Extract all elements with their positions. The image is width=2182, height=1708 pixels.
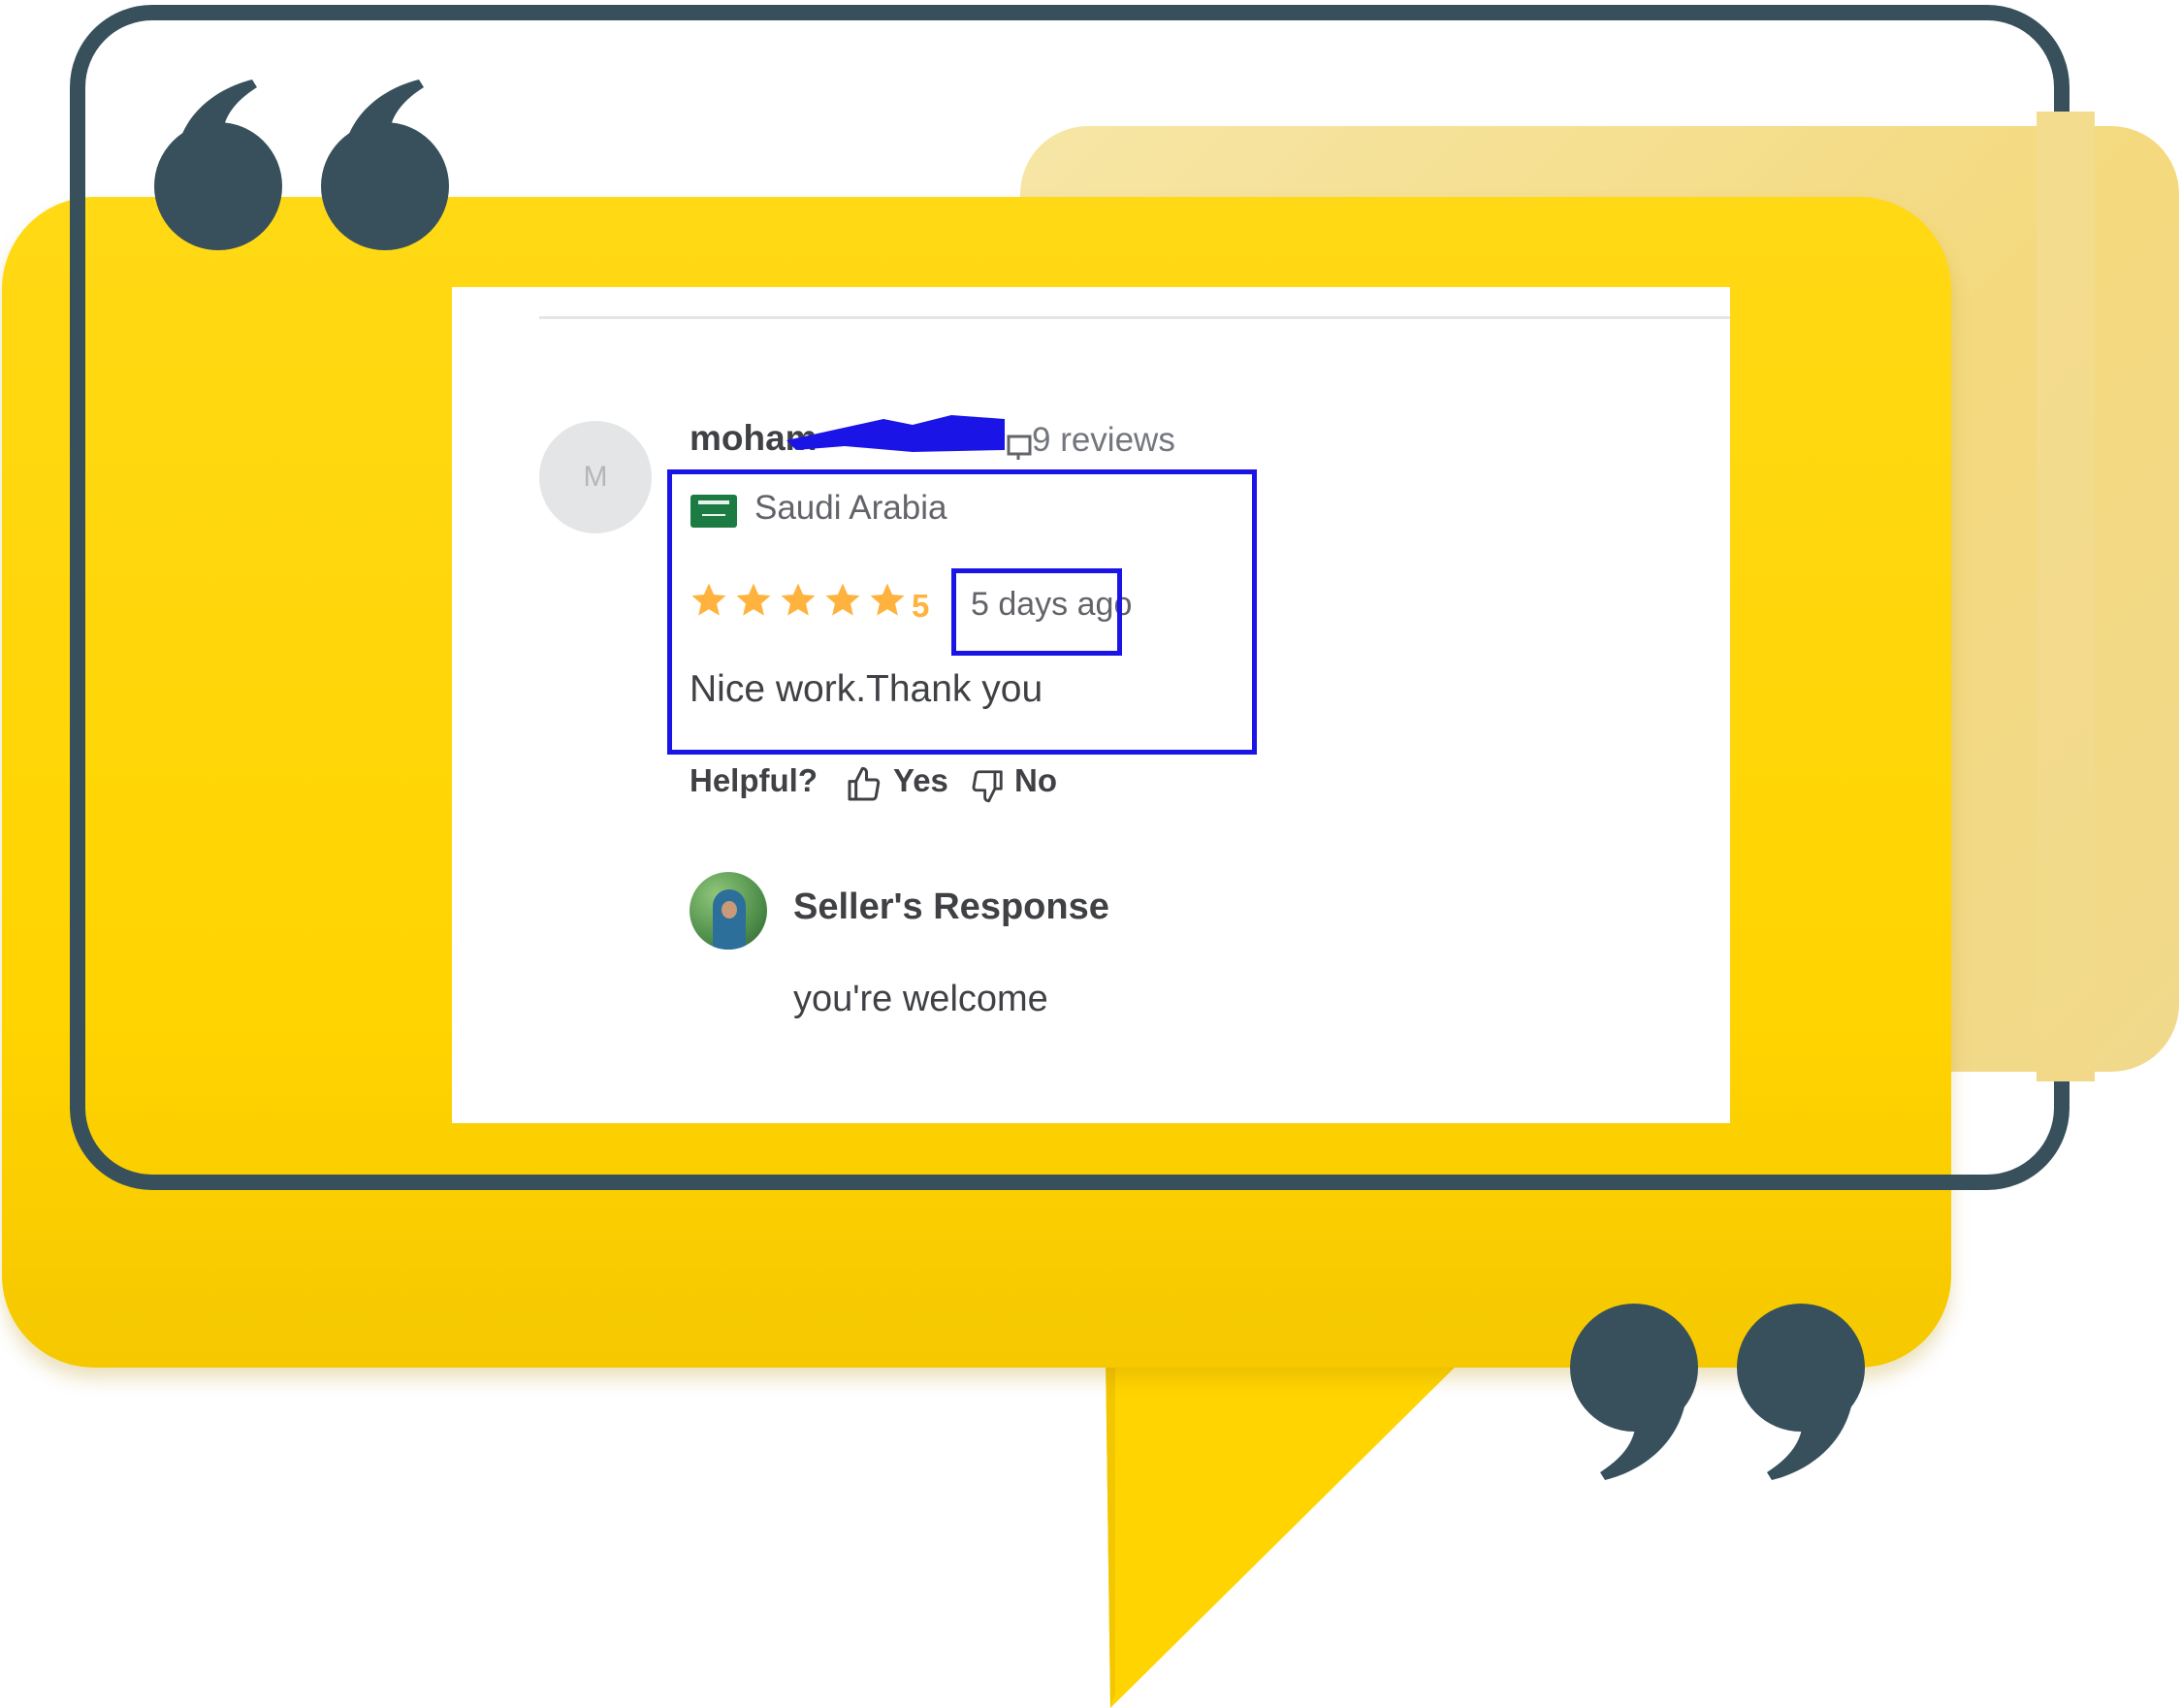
highlight-box-date	[951, 568, 1122, 656]
reviewer-avatar: M	[539, 421, 652, 533]
review-screenshot: M moham 9 reviews Saudi Arabia 5 5 days …	[452, 287, 1730, 1123]
helpful-no-button[interactable]: No	[1014, 762, 1057, 799]
thumbs-up-icon[interactable]	[845, 765, 883, 804]
reviews-count[interactable]: 9 reviews	[1032, 421, 1175, 460]
helpful-label: Helpful?	[690, 762, 818, 798]
review-link-icon	[1007, 435, 1032, 460]
open-quote-icon	[321, 80, 449, 250]
seller-response-text: you're welcome	[793, 979, 1048, 1019]
divider	[539, 316, 1730, 319]
thumbs-down-icon[interactable]	[969, 767, 1006, 804]
helpful-yes-button[interactable]: Yes	[893, 762, 948, 799]
close-quote-icon	[1737, 1304, 1865, 1480]
frame-gap	[2037, 112, 2095, 1081]
redaction-scribble	[786, 415, 1006, 452]
seller-avatar	[690, 872, 767, 950]
avatar-initial: M	[583, 461, 608, 493]
seller-response-title: Seller's Response	[793, 886, 1109, 927]
